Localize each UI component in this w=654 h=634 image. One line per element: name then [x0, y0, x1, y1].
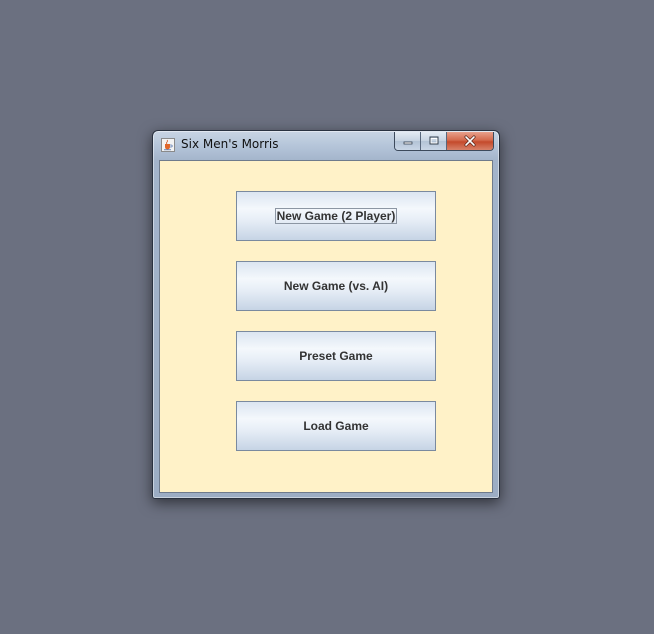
new-game-2-player-button[interactable]: New Game (2 Player) — [236, 191, 436, 241]
app-window: Six Men's Morris New Game (2 Player) New… — [152, 130, 500, 499]
preset-game-label: Preset Game — [299, 349, 373, 363]
new-game-2-player-label: New Game (2 Player) — [274, 208, 398, 224]
minimize-icon — [403, 141, 412, 145]
load-game-label: Load Game — [303, 419, 369, 433]
preset-game-button[interactable]: Preset Game — [236, 331, 436, 381]
java-cup-icon[interactable] — [161, 138, 175, 152]
load-game-button[interactable]: Load Game — [236, 401, 436, 451]
minimize-button[interactable] — [395, 132, 421, 150]
title-bar[interactable]: Six Men's Morris — [153, 131, 499, 159]
new-game-vs-ai-label: New Game (vs. AI) — [283, 279, 389, 293]
maximize-button[interactable] — [421, 132, 447, 150]
window-title: Six Men's Morris — [181, 137, 279, 151]
new-game-vs-ai-button[interactable]: New Game (vs. AI) — [236, 261, 436, 311]
maximize-icon — [429, 136, 438, 145]
close-button[interactable] — [447, 132, 493, 150]
caption-buttons — [394, 132, 494, 151]
menu-panel: New Game (2 Player) New Game (vs. AI) Pr… — [159, 160, 493, 493]
close-icon — [464, 135, 476, 147]
